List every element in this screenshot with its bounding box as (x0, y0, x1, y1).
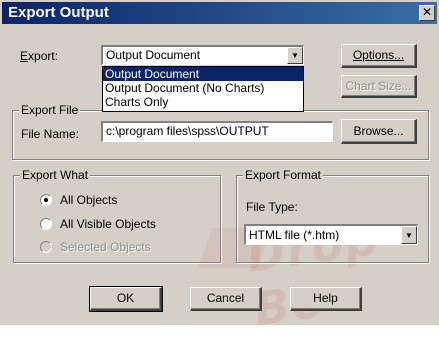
chevron-down-icon[interactable]: ▼ (401, 226, 417, 244)
file-type-select[interactable]: HTML file (*.htm) ▼ (244, 224, 418, 245)
window-title: Export Output (8, 4, 109, 21)
export-what-group-title: Export What (20, 168, 91, 182)
help-button[interactable]: Help (290, 287, 362, 311)
ok-button[interactable]: OK (89, 286, 163, 312)
file-name-label: File Name: (21, 127, 80, 141)
export-selected-value: Output Document (106, 48, 201, 62)
radio-all-objects[interactable] (40, 194, 52, 206)
export-format-group: Export Format (236, 168, 429, 263)
chart-size-button[interactable]: Chart Size... (341, 75, 417, 98)
options-button-label: Options... (352, 48, 405, 62)
export-file-group-title: Export File (19, 103, 81, 117)
cancel-button[interactable]: Cancel (190, 287, 262, 311)
export-output-dialog: Drop Bo Export Output ✕ Export: Output D… (0, 0, 439, 336)
export-select[interactable]: Output Document ▼ (101, 45, 304, 65)
file-type-selected-value: HTML file (*.htm) (249, 228, 340, 242)
chevron-down-icon[interactable]: ▼ (287, 47, 303, 64)
ok-button-label: OK (116, 291, 135, 305)
radio-all-objects-label[interactable]: All Objects (60, 193, 117, 207)
title-bar[interactable]: Export Output ✕ (2, 2, 437, 24)
options-button[interactable]: Options... (341, 44, 417, 68)
export-option-charts-only[interactable]: Charts Only (103, 95, 303, 109)
radio-selected-objects[interactable] (40, 241, 52, 253)
browse-button-label: Browse... (353, 124, 404, 138)
cancel-button-label: Cancel (206, 291, 245, 305)
export-dropdown-list: Output Document Output Document (No Char… (102, 66, 304, 112)
browse-button[interactable]: Browse... (341, 119, 417, 144)
export-label-mnemonic: E (20, 49, 29, 63)
export-format-group-title: Export Format (243, 168, 324, 182)
radio-all-visible-objects-label[interactable]: All Visible Objects (60, 217, 156, 231)
radio-selected-objects-label[interactable]: Selected Objects (60, 240, 151, 254)
chart-size-button-label: Chart Size... (345, 79, 412, 93)
export-option-output-document[interactable]: Output Document (103, 67, 303, 81)
export-option-no-charts[interactable]: Output Document (No Charts) (103, 81, 303, 95)
file-type-label: File Type: (246, 200, 298, 214)
close-icon[interactable]: ✕ (419, 5, 435, 21)
export-label-text: xport: (28, 49, 59, 63)
export-label: Export: (20, 49, 58, 63)
help-button-label: Help (313, 291, 338, 305)
radio-all-visible-objects[interactable] (40, 218, 52, 230)
file-name-input[interactable]: c:\program files\spss\OUTPUT (101, 121, 333, 142)
